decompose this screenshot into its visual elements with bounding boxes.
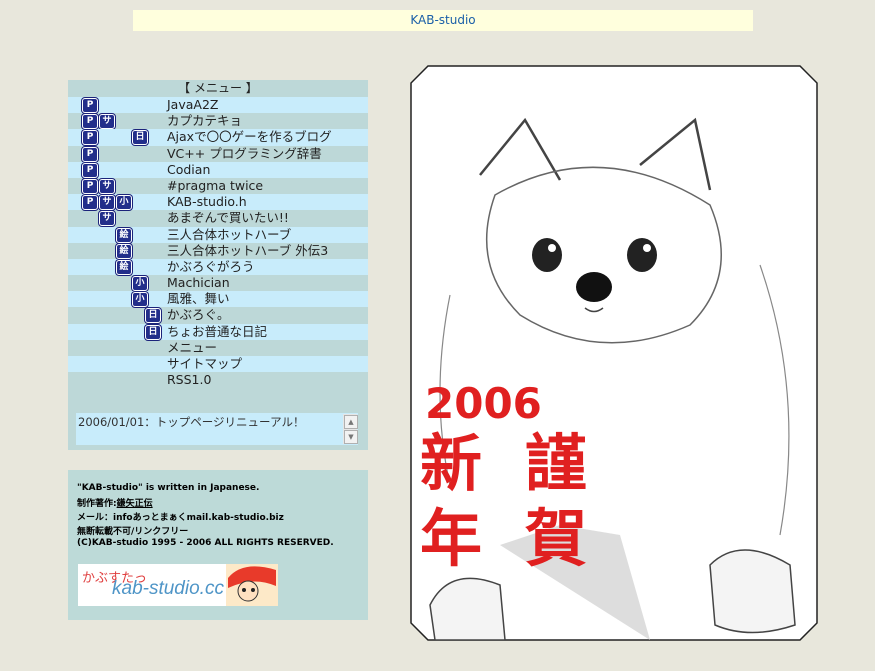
menu-item-label[interactable]: あまぞんで買いたい!! [167,210,289,226]
menu-item-label[interactable]: KAB-studio.h [167,194,247,210]
badge-icon: 小 [132,276,148,292]
mail-address: メール：infoあっとまぁくmail.kab-studio.biz [77,513,284,523]
site-title[interactable]: KAB-studio [410,13,475,27]
menu-item[interactable]: サイトマップ [68,356,368,373]
badge-icon: サ [99,178,115,194]
language-note: "KAB-studio" is written in Japanese. [77,483,260,493]
badge-icon: 絵 [116,259,132,275]
badge-icon: 絵 [116,243,132,259]
menu-item[interactable]: 日ちょお普通な日記 [68,323,368,340]
badge-icon: 小 [116,195,132,211]
menu-item-label[interactable]: Machician [167,275,230,291]
menu-item-label[interactable]: RSS1.0 [167,372,211,388]
badge-icon: P [82,162,98,178]
menu-item-label[interactable]: カプカテキョ [167,113,242,129]
site-banner[interactable]: かぶすたっ kab-studio.cc [78,564,278,606]
menu-panel: 【 メニュー 】 P JavaA2Z P サカプカテキョ P 日 Ajaxで〇〇ゲーを作るブ… [68,80,368,450]
menu-item[interactable]: 絵 かぶろぐがろう [68,258,368,276]
copyright-notice: (C)KAB-studio 1995 - 2006 ALL RIGHTS RES… [77,538,334,548]
site-title-bar: KAB-studio [133,10,753,31]
badge-icon: P [82,178,98,194]
scroll-up-icon[interactable]: ▲ [344,415,358,429]
menu-item[interactable]: P サ カプカテキョ [68,113,368,130]
menu-item-label[interactable]: メニュー [167,340,217,356]
menu-item[interactable]: P 日 Ajaxで〇〇ゲーを作るブログ [68,129,368,146]
menu-item[interactable]: 小 風雅、舞い [68,291,368,308]
banner-text: kab-studio.cc [112,578,224,599]
menu-title: 【 メニュー 】 [178,81,258,95]
menu-item-label[interactable]: Codian [167,162,210,178]
badge-icon: 日 [145,308,161,324]
menu-item[interactable]: RSS1.0 [68,372,368,388]
menu-item[interactable]: P Codian [68,161,368,178]
menu-item[interactable]: 日かぶろぐ。 [68,307,368,324]
author-link[interactable]: 鎌矢正伝 [117,499,153,509]
menu-item[interactable]: 小 Machician [68,275,368,292]
menu-item-label[interactable]: かぶろぐがろう [167,259,255,275]
menu-item-label[interactable]: Ajaxで〇〇ゲーを作るブログ [167,129,332,145]
badge-icon: 小 [132,292,148,308]
menu-item[interactable]: P VC++ プログラミング辞書 [68,146,368,162]
scroll-down-icon[interactable]: ▼ [344,430,358,444]
menu-item[interactable]: メニュー [68,340,368,356]
menu-item[interactable]: サ あまぞんで買いたい!! [68,210,368,227]
badge-icon: P [82,146,98,162]
menu-item-label[interactable]: VC++ プログラミング辞書 [167,146,322,162]
badge-icon: サ [99,114,115,130]
author-label: 制作著作: [77,499,117,509]
menu-item[interactable]: P JavaA2Z [68,97,368,114]
badge-icon: サ [99,211,115,227]
badge-icon: 日 [145,324,161,340]
news-scrollbar[interactable]: ▲ ▼ [343,414,358,444]
news-text: 2006/01/01：トップページリニューアル！ [78,415,305,429]
menu-item[interactable]: P サ #pragma twice [68,178,368,194]
badge-icon: サ [99,195,115,211]
menu-item-label[interactable]: JavaA2Z [167,97,218,113]
menu-item-label[interactable]: ちょお普通な日記 [167,324,267,340]
menu-item-label[interactable]: かぶろぐ。 [167,307,230,323]
badge-icon: P [82,195,98,211]
menu-item-label[interactable]: 三人合体ホットハーブ [167,227,291,243]
reprint-policy: 無断転載不可/リンクフリー [77,527,189,537]
copyright-author: 制作著作:鎌矢正伝 [77,496,153,509]
menu-item[interactable]: 絵 三人合体ホットハーブ [68,226,368,243]
badge-icon: P [82,130,98,146]
menu-item-label[interactable]: 三人合体ホットハーブ 外伝3 [167,243,328,259]
menu-item-label[interactable]: サイトマップ [167,356,242,372]
badge-icon: 絵 [116,227,132,243]
greeting-year: 2006 [425,379,542,428]
badge-icon: 日 [132,130,148,146]
badge-icon: P [82,98,98,113]
menu-item[interactable]: 絵 三人合体ホットハーブ 外伝3 [68,243,368,259]
menu-item[interactable]: P サ小 KAB-studio.h [68,194,368,211]
news-box: 2006/01/01：トップページリニューアル！ ▲ ▼ [76,413,358,445]
new-year-illustration: 2006 謹賀 新年 [410,65,818,641]
menu-item-label[interactable]: #pragma twice [167,178,263,194]
badge-icon: P [82,114,98,130]
menu-item-label[interactable]: 風雅、舞い [167,291,230,307]
menu-list: P JavaA2Z P サカプカテキョ P 日 Ajaxで〇〇ゲーを作るブログ P VC++ プ… [68,97,368,388]
